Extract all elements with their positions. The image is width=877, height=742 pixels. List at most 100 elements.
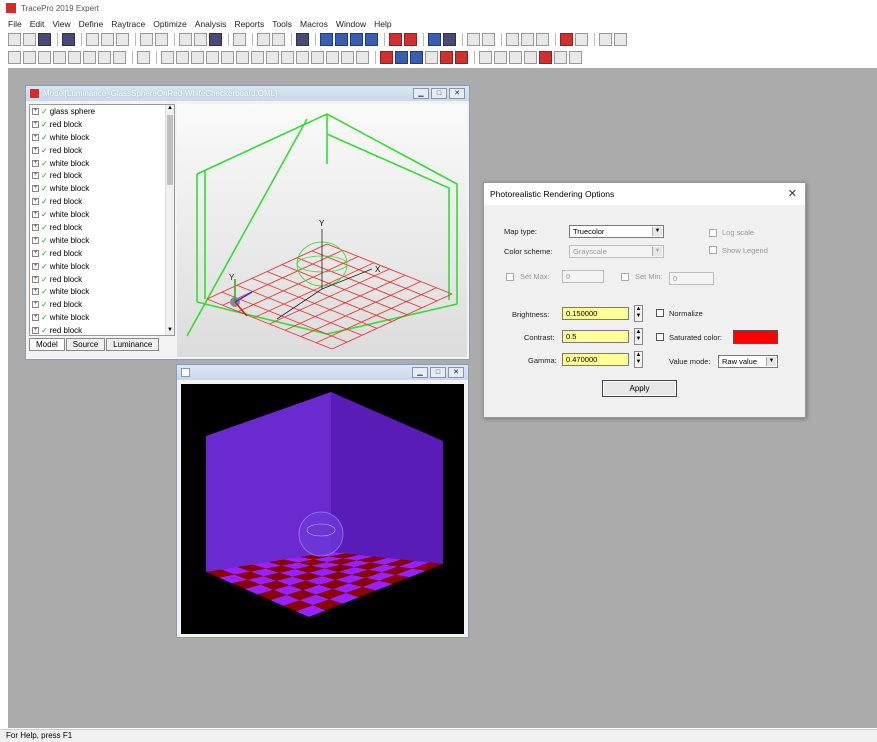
view-tx-icon[interactable] [266,50,279,64]
new-file-icon[interactable] [8,32,21,46]
ray-history-icon[interactable] [410,50,423,64]
zoom-selection-icon[interactable] [68,50,81,64]
tree-item[interactable]: + ✓ red block [30,298,174,311]
view-rotate-left-icon[interactable] [311,50,324,64]
view-tz-icon[interactable] [251,50,264,64]
expand-icon[interactable]: + [32,211,39,219]
chart-icon[interactable] [560,32,573,46]
sphere-icon[interactable] [509,50,522,64]
target-icon[interactable] [506,32,519,46]
close-icon[interactable]: ✕ [788,187,797,200]
contrast-input[interactable]: 0.5 [562,330,629,343]
menu-help[interactable]: Help [374,19,391,29]
expand-icon[interactable]: + [32,146,39,154]
tree-item[interactable]: + ✓ white block [30,208,174,221]
tree-item[interactable]: + ✓ red block [30,118,174,131]
copy-icon[interactable] [101,32,114,46]
silhouette-icon[interactable] [341,50,354,64]
tree-item[interactable]: + ✓ red block [30,273,174,286]
menu-optimize[interactable]: Optimize [153,19,187,29]
value-mode-select[interactable]: Raw value ▼ [718,355,778,368]
show-legend-checkbox[interactable] [709,246,717,254]
expand-icon[interactable]: + [32,314,39,322]
maximize-button[interactable]: □ [430,367,446,378]
tab-luminance[interactable]: Luminance [106,338,160,351]
saturated-color-checkbox[interactable] [656,333,664,341]
tree-item[interactable]: + ✓ red block [30,221,174,234]
source-grid-icon[interactable] [389,32,402,46]
shield-icon[interactable] [524,50,537,64]
map-type-select[interactable]: Truecolor ▼ [569,225,664,238]
zoom-all-icon[interactable] [53,50,66,64]
ray-display-icon[interactable] [395,50,408,64]
brightness-spinner[interactable]: ▲ ▼ [634,305,643,322]
tree-item[interactable]: + ✓ white block [30,260,174,273]
redo-icon[interactable] [155,32,168,46]
undo-icon[interactable] [140,32,153,46]
view-yz-icon[interactable] [176,50,189,64]
menu-file[interactable]: File [8,19,22,29]
boolean-subtract-icon[interactable] [194,32,207,46]
globe-icon[interactable] [521,32,534,46]
photorealistic-rendering-options-dialog[interactable]: Photorealistic Rendering Options ✕ Map t… [483,182,806,418]
sort-icon[interactable] [482,32,495,46]
render-realtime-icon[interactable] [455,50,468,64]
tree-item[interactable]: + ✓ white block [30,234,174,247]
boolean-intersect-icon[interactable] [209,32,222,46]
maximize-button[interactable]: □ [431,88,447,99]
ray-sort-icon[interactable] [467,32,480,46]
expand-icon[interactable]: + [32,327,39,335]
menu-define[interactable]: Define [79,19,104,29]
view-ty-icon[interactable] [236,50,249,64]
expand-icon[interactable]: + [32,236,39,244]
gamma-input[interactable]: 0.470000 [562,353,629,366]
whats-this-help-icon[interactable] [614,32,627,46]
expand-icon[interactable]: + [32,185,39,193]
expand-icon[interactable]: + [32,107,39,115]
wireframe-viewport[interactable]: Y X Y [177,104,467,357]
print-icon[interactable] [62,32,75,46]
scroll-down-arrow-icon[interactable]: ▼ [166,327,174,335]
expand-icon[interactable]: + [32,159,39,167]
analysis-settings-icon[interactable] [536,32,549,46]
object-properties-icon[interactable] [233,32,246,46]
help-icon[interactable] [599,32,612,46]
scroll-thumb[interactable] [167,115,173,185]
tree-item[interactable]: + ✓ red block [30,144,174,157]
irradiance-map-icon[interactable] [428,32,441,46]
view-rotate-right-icon[interactable] [326,50,339,64]
window-icon[interactable] [320,32,333,46]
tab-model[interactable]: Model [29,338,65,351]
boolean-union-icon[interactable] [179,32,192,46]
shading-icon[interactable] [494,50,507,64]
pan-icon[interactable] [98,50,111,64]
plot-icon[interactable] [569,50,582,64]
select-pointer-icon[interactable] [257,32,270,46]
expand-icon[interactable]: + [32,172,39,180]
menu-edit[interactable]: Edit [30,19,45,29]
save-icon[interactable] [38,32,51,46]
view-iso-icon[interactable] [221,50,234,64]
split-view-icon[interactable] [350,32,363,46]
checkmark-icon[interactable] [539,50,552,64]
view-zx-icon[interactable] [191,50,204,64]
tree-item[interactable]: + ✓ white block [30,182,174,195]
tree-item[interactable]: + ✓ red block [30,324,174,335]
rotate-icon[interactable] [113,50,126,64]
tab-source[interactable]: Source [65,338,106,351]
contrast-spinner[interactable]: ▲ ▼ [634,328,643,345]
view-xy-icon[interactable] [161,50,174,64]
expand-icon[interactable]: + [32,275,39,283]
apply-button[interactable]: Apply [602,380,677,397]
columns-view-icon[interactable] [365,32,378,46]
menu-reports[interactable]: Reports [234,19,264,29]
tree-item[interactable]: + ✓ red block [30,169,174,182]
tile-windows-icon[interactable] [335,32,348,46]
minimize-button[interactable]: ▁ [412,367,428,378]
tree-item[interactable]: + ✓ white block [30,157,174,170]
expand-icon[interactable]: + [32,288,39,296]
close-button[interactable]: ✕ [448,367,464,378]
menu-tools[interactable]: Tools [272,19,292,29]
crosshair-icon[interactable] [137,50,150,64]
zoom-out-icon[interactable] [23,50,36,64]
